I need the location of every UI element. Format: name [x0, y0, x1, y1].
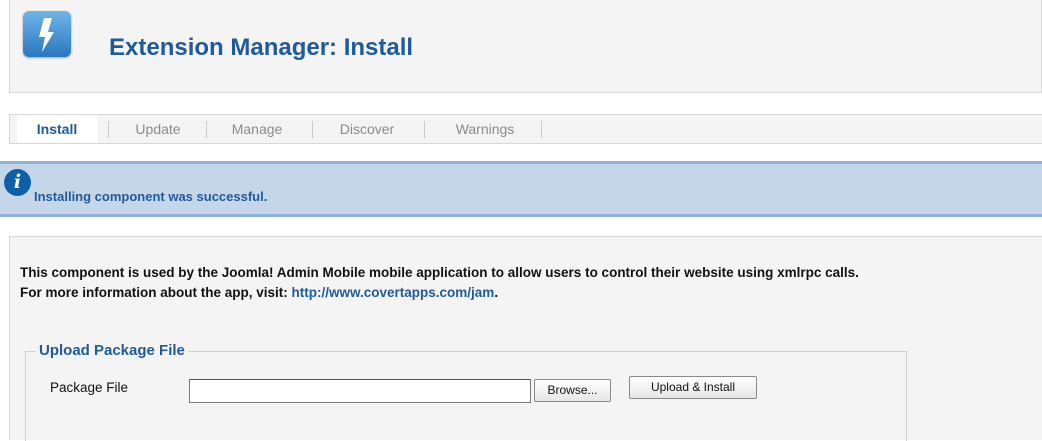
- lightning-bolt-icon: [23, 11, 71, 57]
- fieldset-legend: Upload Package File: [36, 342, 188, 359]
- covertapps-link[interactable]: http://www.covertapps.com/jam: [292, 285, 495, 300]
- tab-discover[interactable]: Discover: [318, 115, 416, 143]
- page-title: Extension Manager: Install: [109, 34, 414, 61]
- tab-divider: [108, 121, 109, 138]
- page-header: Extension Manager: Install: [9, 0, 1042, 93]
- tab-install[interactable]: Install: [17, 115, 97, 143]
- info-icon: i: [4, 169, 31, 196]
- description-prefix: For more information about the app, visi…: [20, 285, 292, 300]
- description-line: For more information about the app, visi…: [20, 283, 1042, 303]
- package-file-input[interactable]: [189, 379, 531, 403]
- component-description: This component is used by the Joomla! Ad…: [20, 263, 1042, 303]
- message-text: Installing component was successful.: [34, 189, 268, 204]
- upload-install-button[interactable]: Upload & Install: [629, 376, 757, 399]
- tab-divider: [312, 121, 313, 138]
- tab-update[interactable]: Update: [118, 115, 198, 143]
- description-line: This component is used by the Joomla! Ad…: [20, 265, 859, 280]
- package-file-label: Package File: [50, 380, 129, 395]
- system-message: i Installing component was successful.: [0, 161, 1042, 217]
- description-suffix: .: [494, 285, 499, 300]
- upload-package-fieldset: Upload Package File Package File Browse.…: [25, 342, 907, 441]
- submenu-tabs: Install Update Manage Discover Warnings: [9, 114, 1042, 144]
- tab-manage[interactable]: Manage: [214, 115, 300, 143]
- main-content: This component is used by the Joomla! Ad…: [9, 236, 1042, 441]
- tab-warnings[interactable]: Warnings: [430, 115, 540, 143]
- tab-divider: [541, 121, 542, 138]
- tab-divider: [206, 121, 207, 138]
- tab-divider: [424, 121, 425, 138]
- browse-button[interactable]: Browse...: [534, 379, 611, 402]
